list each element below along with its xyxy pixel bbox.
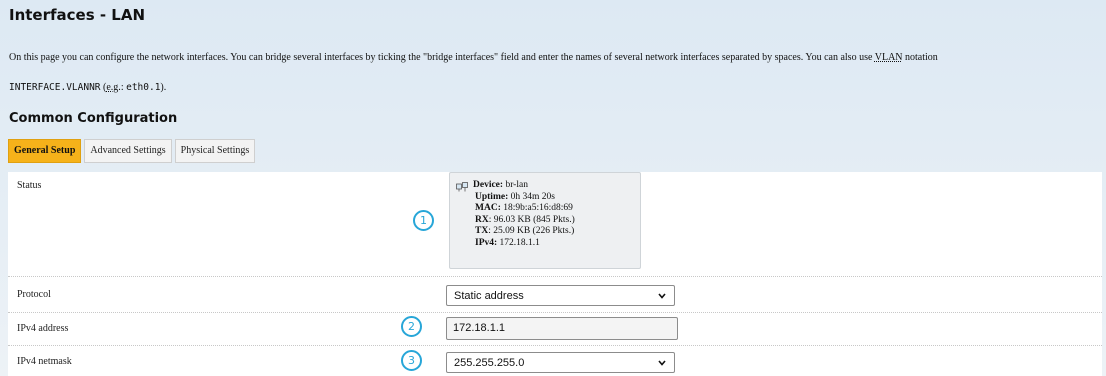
rx-value: : 96.03 KB (845 Pkts.) xyxy=(488,214,575,225)
tx-label: TX xyxy=(475,226,489,236)
device-status-box: Device: br-lan Uptime: 0h 34m 20s MAC: 1… xyxy=(449,172,641,269)
protocol-select[interactable]: Static address xyxy=(446,285,675,306)
protocol-label: Protocol xyxy=(17,289,51,300)
ipv4-address-row: IPv4 address 2 172.18.1.1 xyxy=(8,313,1102,346)
ipv4-netmask-value: 255.255.255.0 xyxy=(454,357,525,369)
section-title: Common Configuration xyxy=(9,111,178,126)
notation-hint: INTERFACE.VLANNR (e.g.: eth0.1). xyxy=(9,82,167,93)
ipv4-status-value: 172.18.1.1 xyxy=(499,237,540,248)
rx-line: RX: 96.03 KB (845 Pkts.) xyxy=(473,215,575,227)
status-row: Status 1 Device: br-lan Uptime: 0h 34m 2… xyxy=(8,172,1102,277)
notation-code: INTERFACE.VLANNR xyxy=(9,82,101,93)
page-title: Interfaces - LAN xyxy=(9,6,146,24)
tx-value: : 25.09 KB (226 Pkts.) xyxy=(488,226,575,236)
tab-physical-settings[interactable]: Physical Settings xyxy=(174,139,256,163)
device-label: Device: xyxy=(473,180,504,190)
chevron-down-icon xyxy=(658,293,666,299)
callout-3: 3 xyxy=(401,350,422,371)
tx-line: TX: 25.09 KB (226 Pkts.) xyxy=(473,226,575,238)
uptime-line: Uptime: 0h 34m 20s xyxy=(473,192,575,204)
ipv4-address-label: IPv4 address xyxy=(17,323,69,334)
ipv4-netmask-select[interactable]: 255.255.255.0 xyxy=(446,352,675,373)
ipv4-status-label: IPv4: xyxy=(475,237,498,248)
chevron-down-icon xyxy=(658,360,666,366)
description-text: On this page you can configure the netwo… xyxy=(9,52,875,63)
description-notation: notation xyxy=(902,52,938,63)
config-panel: Status 1 Device: br-lan Uptime: 0h 34m 2… xyxy=(8,172,1102,376)
network-device-icon xyxy=(456,182,468,192)
settings-tabs: General Setup Advanced Settings Physical… xyxy=(8,139,256,163)
protocol-row: Protocol Static address xyxy=(8,277,1102,313)
tab-advanced-settings[interactable]: Advanced Settings xyxy=(84,139,172,163)
ipv4-netmask-label: IPv4 netmask xyxy=(17,356,72,367)
status-label: Status xyxy=(17,180,42,191)
uptime-label: Uptime: xyxy=(475,191,509,202)
rx-label: RX xyxy=(475,214,489,225)
ipv4-line: IPv4: 172.18.1.1 xyxy=(473,238,575,250)
mac-label: MAC: xyxy=(475,203,501,213)
uptime-value: 0h 34m 20s xyxy=(510,191,555,202)
device-value: br-lan xyxy=(505,180,528,190)
mac-line: MAC: 18:9b:a5:16:d8:69 xyxy=(473,203,575,215)
page-description: On this page you can configure the netwo… xyxy=(9,52,1099,63)
notation-example: eth0.1 xyxy=(126,82,161,93)
tab-general-setup[interactable]: General Setup xyxy=(8,139,82,163)
vlan-abbr: VLAN xyxy=(874,52,903,63)
ipv4-address-input[interactable]: 172.18.1.1 xyxy=(446,317,678,340)
protocol-select-value: Static address xyxy=(454,290,524,302)
ipv4-netmask-row: IPv4 netmask 3 255.255.255.0 xyxy=(8,346,1102,376)
device-line: Device: br-lan xyxy=(473,180,575,192)
callout-1: 1 xyxy=(413,210,434,231)
eg-abbr: e.g. xyxy=(106,82,121,93)
callout-2: 2 xyxy=(401,316,422,337)
mac-value: 18:9b:a5:16:d8:69 xyxy=(503,203,573,213)
